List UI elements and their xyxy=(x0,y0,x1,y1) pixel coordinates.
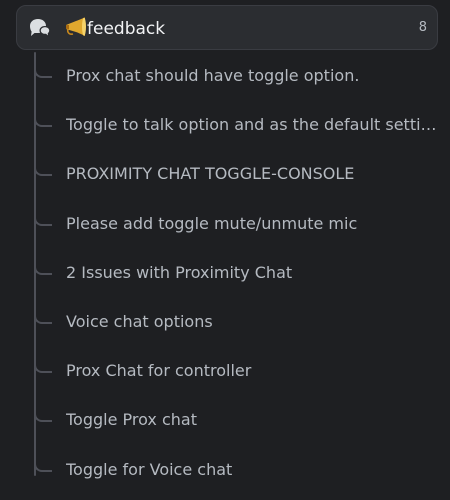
thread-item[interactable]: Prox Chat for controller xyxy=(0,349,450,398)
postal-horn-icon xyxy=(66,17,86,36)
thread-title: Voice chat options xyxy=(66,311,213,331)
thread-item[interactable]: 2 Issues with Proximity Chat xyxy=(0,251,450,300)
thread-item[interactable]: Prox chat should have toggle option. xyxy=(0,54,450,103)
thread-connector xyxy=(34,209,52,226)
thread-connector xyxy=(34,307,52,324)
thread-title: Toggle to talk option and as the default… xyxy=(66,115,438,135)
thread-title: Prox Chat for controller xyxy=(66,361,252,381)
thread-connector xyxy=(34,357,52,374)
thread-connector xyxy=(34,455,52,472)
thread-title: Toggle Prox chat xyxy=(66,410,197,430)
thread-connector xyxy=(34,111,52,128)
channel-name-text: feedback xyxy=(87,19,166,39)
thread-connector xyxy=(34,258,52,275)
forum-channel-panel: feedback 8 Prox chat should have toggle … xyxy=(0,0,450,500)
thread-count-badge: 8 xyxy=(418,20,427,35)
thread-connector xyxy=(34,406,52,423)
thread-item[interactable]: Toggle for Voice chat xyxy=(0,448,450,497)
thread-connector xyxy=(34,62,52,78)
forum-channel-header[interactable]: feedback 8 xyxy=(16,5,438,50)
thread-title: PROXIMITY CHAT TOGGLE-CONSOLE xyxy=(66,164,355,184)
thread-title: Toggle for Voice chat xyxy=(66,459,233,479)
thread-title: 2 Issues with Proximity Chat xyxy=(66,262,293,282)
thread-item[interactable]: PROXIMITY CHAT TOGGLE-CONSOLE xyxy=(0,152,450,201)
thread-item[interactable]: Toggle to talk option and as the default… xyxy=(0,103,450,152)
thread-title: Prox chat should have toggle option. xyxy=(66,66,360,85)
forum-icon xyxy=(30,19,51,38)
channel-name: feedback xyxy=(64,17,165,40)
thread-title: Please add toggle mute/unmute mic xyxy=(66,213,358,233)
thread-list: Prox chat should have toggle option. Tog… xyxy=(0,54,450,497)
thread-item[interactable]: Toggle Prox chat xyxy=(0,398,450,447)
thread-item[interactable]: Voice chat options xyxy=(0,300,450,349)
thread-connector xyxy=(34,160,52,177)
thread-item[interactable]: Please add toggle mute/unmute mic xyxy=(0,202,450,251)
